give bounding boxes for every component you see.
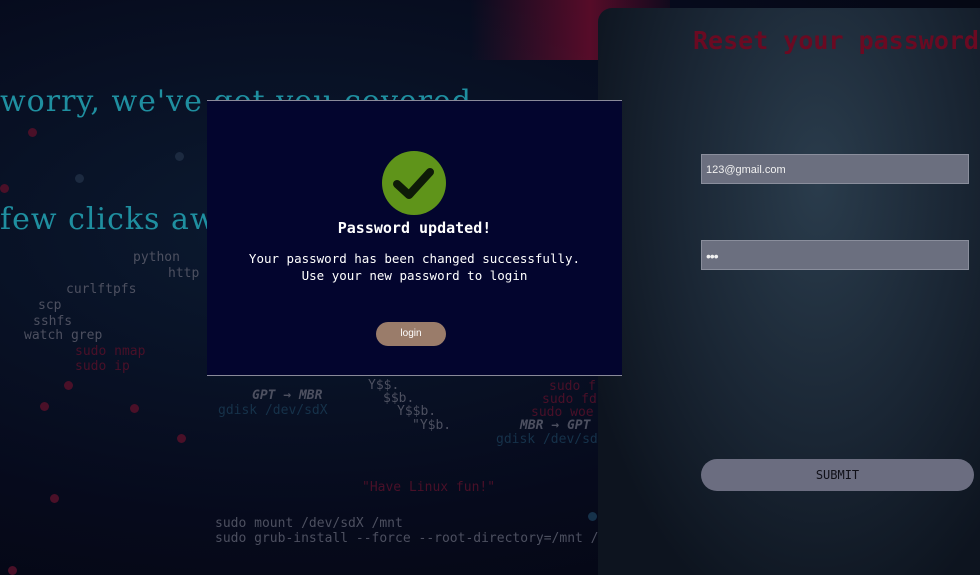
terminal-line: gdisk /dev/sd xyxy=(496,432,598,447)
page: worry, we've got you covered few clicks … xyxy=(0,0,980,575)
terminal-line: Y$$b. xyxy=(397,404,437,419)
terminal-line: sudo grub-install --force --root-directo… xyxy=(215,531,599,546)
success-modal: Password updated! Your password has been… xyxy=(207,100,622,376)
password-field[interactable]: ••• xyxy=(701,240,969,270)
terminal-line: GPT → MBR xyxy=(252,388,323,403)
modal-title: Password updated! xyxy=(337,219,492,237)
background-dot xyxy=(50,494,59,503)
modal-message-line-1: Your password has been changed successfu… xyxy=(248,251,581,266)
submit-button[interactable]: SUBMIT xyxy=(701,459,974,491)
terminal-line: sudo nmap xyxy=(75,344,146,359)
terminal-line: MBR → GPT xyxy=(520,418,591,433)
terminal-line: scp xyxy=(38,298,62,313)
background-dot xyxy=(175,152,184,161)
terminal-line: http xyxy=(168,266,200,281)
reset-password-panel: Reset your password 123@gmail.com ••• SU… xyxy=(598,8,980,575)
background-dot xyxy=(8,566,17,575)
terminal-line: sudo ip xyxy=(75,359,130,374)
check-icon xyxy=(382,151,446,215)
terminal-line: curlftpfs xyxy=(66,282,137,297)
terminal-line: watch grep xyxy=(24,328,103,343)
background-dot xyxy=(40,402,49,411)
email-field[interactable]: 123@gmail.com xyxy=(701,154,969,184)
terminal-line: "Have Linux fun!" xyxy=(362,480,496,495)
terminal-line: sshfs xyxy=(33,314,73,329)
login-button[interactable]: login xyxy=(376,322,446,346)
background-dot xyxy=(130,404,139,413)
background-dot xyxy=(28,128,37,137)
modal-message-line-2: Use your new password to login xyxy=(301,268,528,283)
background-dot xyxy=(0,184,9,193)
panel-title: Reset your password xyxy=(693,26,979,55)
terminal-line: gdisk /dev/sdX xyxy=(218,403,328,418)
background-dot xyxy=(177,434,186,443)
terminal-line: python xyxy=(133,250,180,265)
background-dot xyxy=(588,512,597,521)
terminal-line: sudo mount /dev/sdX /mnt xyxy=(215,516,403,531)
background-dot xyxy=(75,174,84,183)
background-dot xyxy=(64,381,73,390)
terminal-line: "Y$b. xyxy=(412,418,452,433)
terminal-line: sudo woe xyxy=(531,405,594,420)
